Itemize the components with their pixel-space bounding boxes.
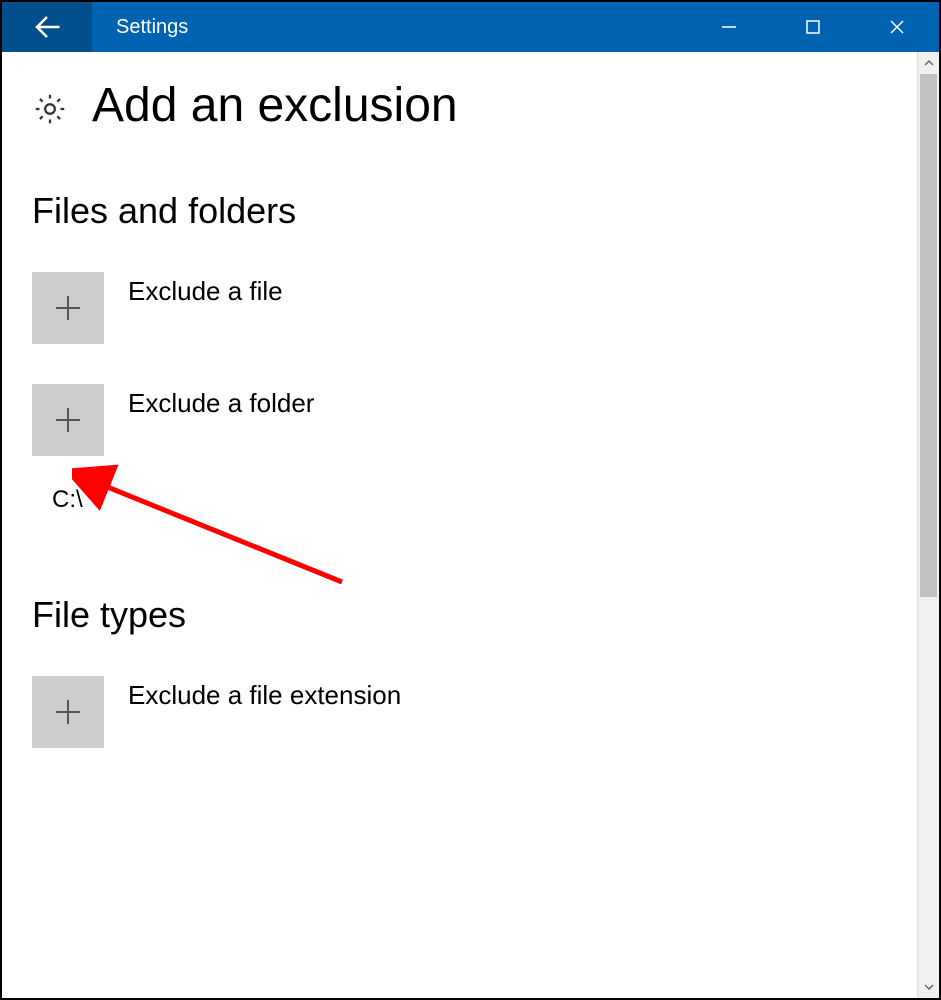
plus-icon — [50, 694, 86, 730]
content-area: Add an exclusion Files and folders Exclu… — [2, 52, 917, 998]
exclude-folder-label: Exclude a folder — [128, 388, 314, 419]
vertical-scrollbar[interactable] — [917, 52, 939, 998]
back-arrow-icon — [32, 12, 62, 42]
plus-icon — [50, 402, 86, 438]
chevron-down-icon — [924, 982, 934, 992]
exclude-folder-button[interactable] — [32, 384, 104, 456]
section-file-types-title: File types — [32, 594, 887, 636]
chevron-up-icon — [924, 58, 934, 68]
window-title: Settings — [116, 16, 188, 39]
gear-icon — [32, 91, 68, 127]
close-icon — [888, 18, 906, 36]
maximize-icon — [804, 18, 822, 36]
scroll-track[interactable] — [918, 74, 939, 976]
scroll-down-button[interactable] — [918, 976, 939, 998]
back-button[interactable] — [2, 2, 92, 52]
exclude-file-row: Exclude a file — [32, 272, 887, 344]
scroll-up-button[interactable] — [918, 52, 939, 74]
content-wrap: Add an exclusion Files and folders Exclu… — [2, 52, 939, 998]
titlebar: Settings — [2, 2, 939, 52]
window-controls — [687, 2, 939, 52]
settings-window: Settings — [0, 0, 941, 1000]
exclude-extension-button[interactable] — [32, 676, 104, 748]
exclusion-item[interactable]: C:\ — [52, 486, 887, 514]
section-files-folders-title: Files and folders — [32, 190, 887, 232]
minimize-button[interactable] — [687, 2, 771, 52]
exclude-folder-row: Exclude a folder — [32, 384, 887, 456]
exclude-extension-row: Exclude a file extension — [32, 676, 887, 748]
exclude-extension-label: Exclude a file extension — [128, 680, 401, 711]
exclude-file-label: Exclude a file — [128, 276, 283, 307]
plus-icon — [50, 290, 86, 326]
close-button[interactable] — [855, 2, 939, 52]
minimize-icon — [720, 18, 738, 36]
page-title: Add an exclusion — [92, 82, 458, 130]
scroll-thumb[interactable] — [920, 74, 937, 597]
exclude-file-button[interactable] — [32, 272, 104, 344]
maximize-button[interactable] — [771, 2, 855, 52]
page-header: Add an exclusion — [32, 82, 887, 130]
